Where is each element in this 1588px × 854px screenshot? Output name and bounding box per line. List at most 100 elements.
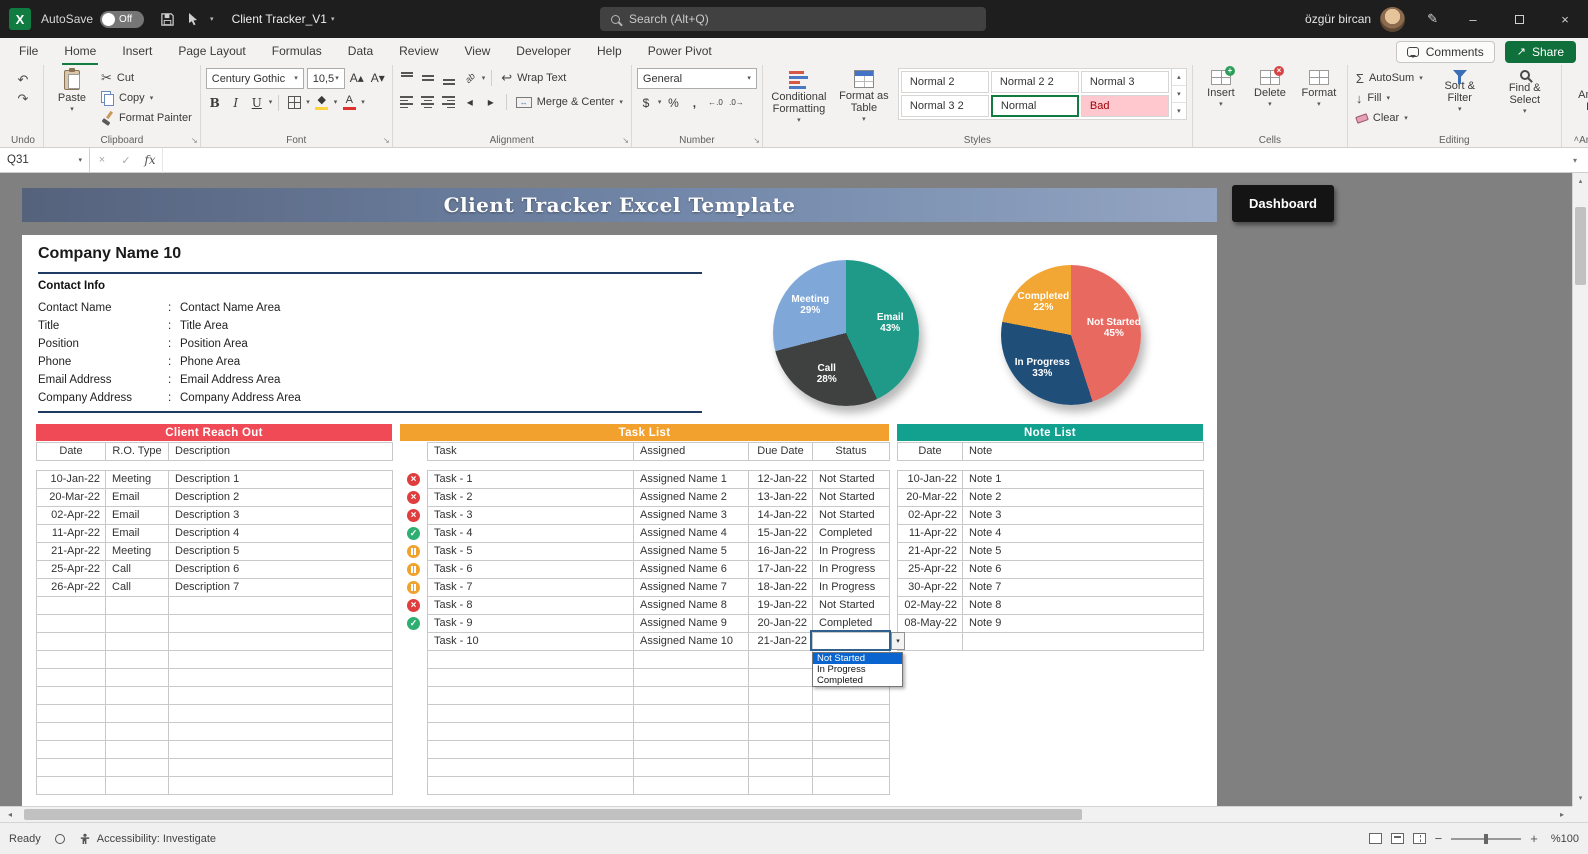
orientation-button[interactable]: ab <box>461 69 479 88</box>
clipboard-dialog-launcher[interactable]: ↘ <box>191 136 198 145</box>
cell[interactable]: 02-May-22 <box>898 597 963 615</box>
contact-value[interactable]: Phone Area <box>180 356 240 368</box>
collapse-ribbon-icon[interactable]: ˄ <box>1574 134 1579 144</box>
dashboard-button[interactable]: Dashboard <box>1232 185 1334 222</box>
cell[interactable]: Assigned Name 2 <box>634 489 749 507</box>
cell[interactable]: Task - 8 <box>428 597 634 615</box>
share-button[interactable]: ↗ Share <box>1504 40 1576 63</box>
cell[interactable] <box>37 741 106 759</box>
cell[interactable]: 16-Jan-22 <box>749 543 813 561</box>
cell[interactable] <box>428 777 634 795</box>
contact-label[interactable]: Position <box>38 338 168 350</box>
cell[interactable]: Assigned Name 6 <box>634 561 749 579</box>
cell[interactable]: Note 2 <box>963 489 1204 507</box>
cell[interactable]: 26-Apr-22 <box>37 579 106 597</box>
format-as-table-button[interactable]: Format as Table ▾ <box>833 68 895 125</box>
align-bottom-button[interactable] <box>440 69 458 88</box>
cell[interactable]: Task - 9 <box>428 615 634 633</box>
cell[interactable] <box>428 669 634 687</box>
cell[interactable] <box>106 759 169 777</box>
cell[interactable] <box>37 669 106 687</box>
cell[interactable] <box>37 597 106 615</box>
accounting-format-button[interactable]: $ <box>637 93 655 112</box>
cell[interactable] <box>813 705 890 723</box>
align-center-button[interactable] <box>419 93 437 112</box>
page-break-view-icon[interactable] <box>1412 833 1426 844</box>
cell[interactable] <box>106 777 169 795</box>
cell[interactable] <box>37 651 106 669</box>
excel-app-icon[interactable]: X <box>9 8 31 30</box>
cell[interactable]: In Progress <box>813 543 890 561</box>
borders-button[interactable] <box>285 93 303 112</box>
tab-developer[interactable]: Developer <box>503 38 584 65</box>
cell[interactable]: In Progress <box>813 579 890 597</box>
vertical-scrollbar[interactable]: ▴ ▾ <box>1572 173 1588 806</box>
cell[interactable]: Description <box>169 443 393 461</box>
cell[interactable] <box>37 723 106 741</box>
cell[interactable]: Assigned Name 5 <box>634 543 749 561</box>
cell[interactable]: Assigned Name 4 <box>634 525 749 543</box>
bold-button[interactable]: B <box>206 93 224 112</box>
cell[interactable]: Task - 10 <box>428 633 634 651</box>
alignment-dialog-launcher[interactable]: ↘ <box>622 136 629 145</box>
cell[interactable] <box>749 669 813 687</box>
format-painter-button[interactable]: Format Painter <box>98 108 195 128</box>
cell[interactable]: 10-Jan-22 <box>898 471 963 489</box>
cell[interactable]: Meeting <box>106 543 169 561</box>
restore-button[interactable] <box>1496 0 1542 38</box>
percent-style-button[interactable]: % <box>664 93 682 112</box>
cell[interactable]: Not Started <box>813 507 890 525</box>
decrease-decimal-button[interactable]: .0→ <box>727 93 745 112</box>
cell[interactable] <box>634 687 749 705</box>
cell[interactable] <box>169 633 393 651</box>
cell[interactable] <box>634 723 749 741</box>
conditional-formatting-button[interactable]: Conditional Formatting ▾ <box>768 68 830 126</box>
cell[interactable]: 20-Mar-22 <box>37 489 106 507</box>
cell[interactable] <box>634 759 749 777</box>
dropdown-option-completed[interactable]: Completed <box>813 675 902 686</box>
cell[interactable]: Not Started <box>813 597 890 615</box>
cell[interactable] <box>749 777 813 795</box>
cut-button[interactable]: ✂ Cut <box>98 68 195 88</box>
cell[interactable]: 12-Jan-22 <box>749 471 813 489</box>
close-button[interactable]: × <box>1542 0 1588 38</box>
font-color-button[interactable]: A <box>340 93 358 112</box>
cell[interactable] <box>634 705 749 723</box>
quick-access-dropdown-icon[interactable]: ▾ <box>210 15 214 23</box>
horizontal-scrollbar[interactable]: ◂ ▸ <box>0 806 1572 822</box>
contact-label[interactable]: Company Address <box>38 392 168 404</box>
cell[interactable]: Due Date <box>749 443 813 461</box>
cell[interactable]: Task - 5 <box>428 543 634 561</box>
cell[interactable] <box>428 759 634 777</box>
merge-center-button[interactable]: ↔ Merge & Center ▾ <box>513 92 626 112</box>
align-left-button[interactable] <box>398 93 416 112</box>
find-select-button[interactable]: Find & Select ▾ <box>1494 68 1556 117</box>
cell[interactable]: 11-Apr-22 <box>37 525 106 543</box>
cell[interactable]: Description 7 <box>169 579 393 597</box>
cell[interactable]: Call <box>106 561 169 579</box>
cell[interactable] <box>106 723 169 741</box>
fill-button[interactable]: ↓ Fill ▾ <box>1353 88 1426 108</box>
cell[interactable] <box>428 741 634 759</box>
contact-label[interactable]: Email Address <box>38 374 168 386</box>
cell[interactable] <box>169 705 393 723</box>
cell[interactable] <box>749 705 813 723</box>
company-name[interactable]: Company Name 10 <box>38 245 181 263</box>
comments-button[interactable]: Comments <box>1395 40 1495 63</box>
align-middle-button[interactable] <box>419 69 437 88</box>
cell[interactable]: Note 9 <box>963 615 1204 633</box>
cell[interactable]: 18-Jan-22 <box>749 579 813 597</box>
tab-file[interactable]: File <box>6 38 51 65</box>
avatar[interactable] <box>1380 6 1406 32</box>
cell[interactable]: 02-Apr-22 <box>898 507 963 525</box>
cell[interactable]: Note 8 <box>963 597 1204 615</box>
cell[interactable]: 30-Apr-22 <box>898 579 963 597</box>
cell[interactable]: 25-Apr-22 <box>37 561 106 579</box>
contact-value[interactable]: Contact Name Area <box>180 302 280 314</box>
cell[interactable] <box>428 651 634 669</box>
cell[interactable] <box>106 741 169 759</box>
copy-button[interactable]: Copy ▾ <box>98 88 195 108</box>
cell[interactable]: 19-Jan-22 <box>749 597 813 615</box>
cell[interactable] <box>106 705 169 723</box>
cell[interactable]: Assigned Name 7 <box>634 579 749 597</box>
